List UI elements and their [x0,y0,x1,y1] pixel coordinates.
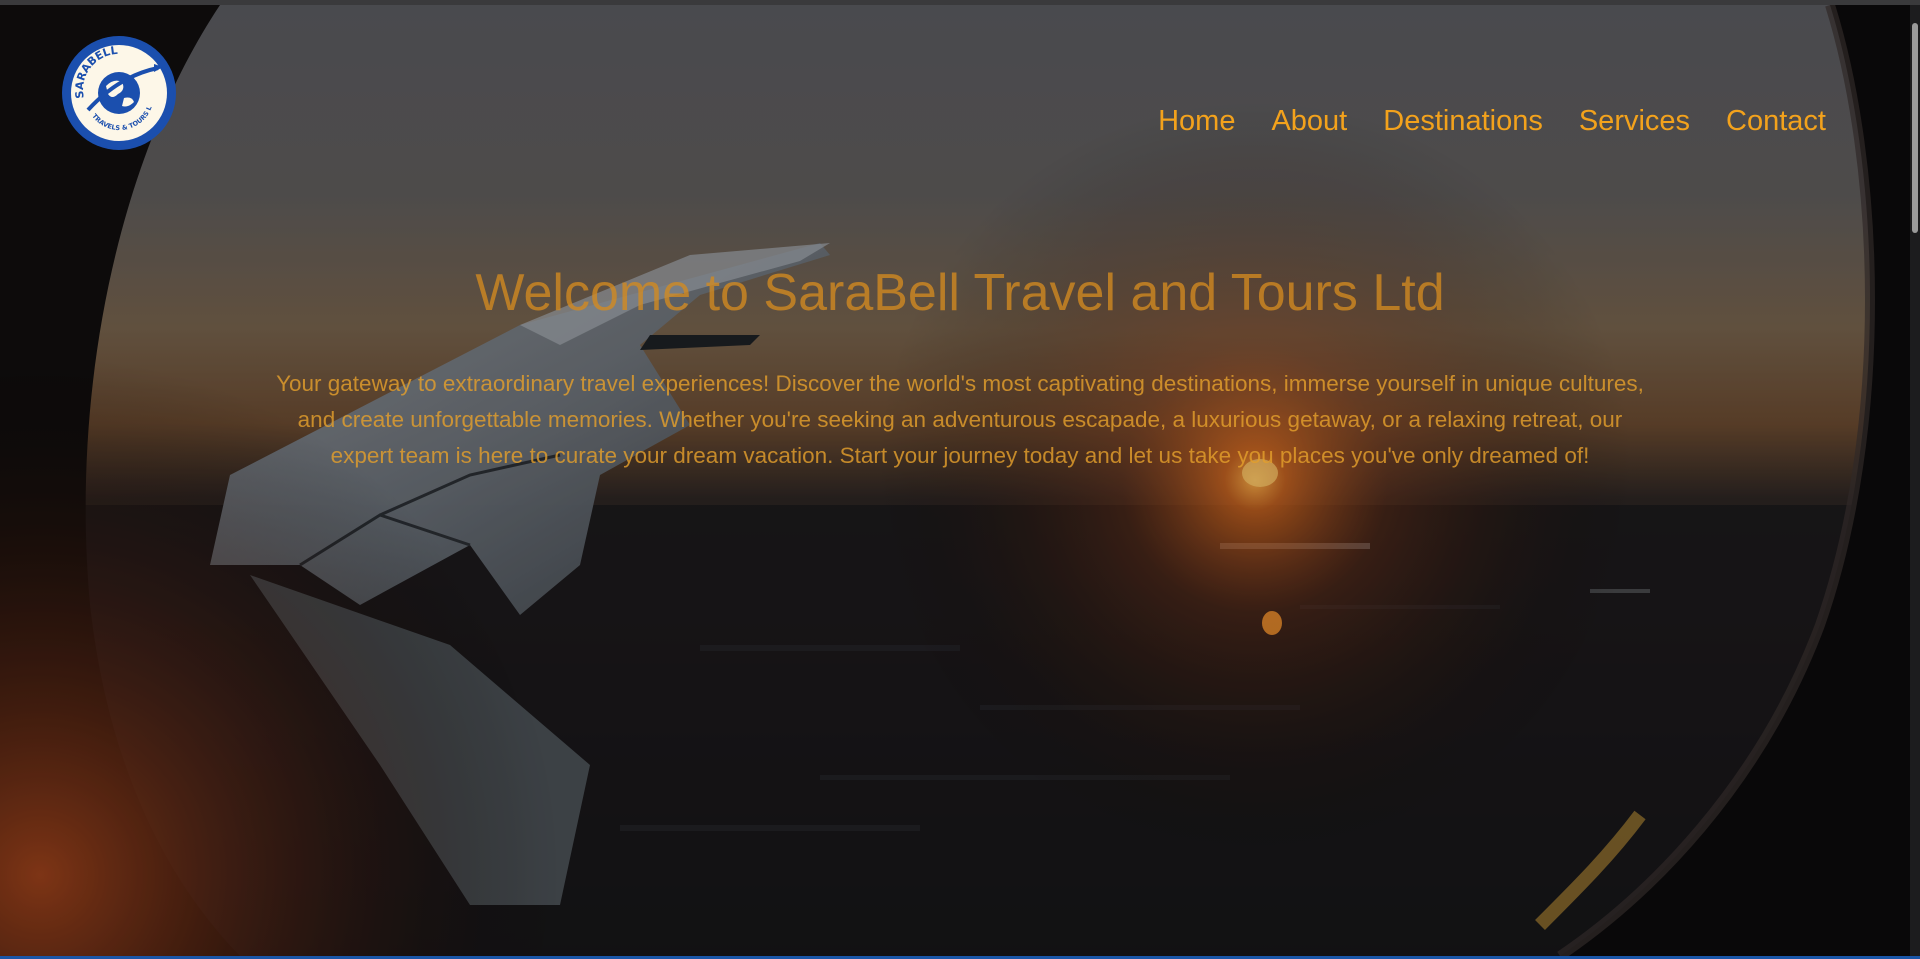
hero-title: Welcome to SaraBell Travel and Tours Ltd [475,264,1445,322]
browser-top-edge [0,0,1920,5]
hero-section [0,5,1910,956]
hero-overlay [0,5,1910,956]
sarabell-logo[interactable]: SARABELL TRAVELS & TOURS LTD [62,36,176,150]
nav-link-contact[interactable]: Contact [1726,104,1826,138]
main-nav: Home About Destinations Services Contact [1158,104,1826,138]
nav-link-services[interactable]: Services [1579,104,1690,138]
nav-link-about[interactable]: About [1271,104,1347,138]
hero-description: Your gateway to extraordinary travel exp… [276,371,1644,468]
scrollbar-thumb[interactable] [1912,23,1918,233]
nav-link-home[interactable]: Home [1158,104,1235,138]
globe-plane-logo-icon: SARABELL TRAVELS & TOURS LTD [62,36,174,148]
nav-link-destinations[interactable]: Destinations [1383,104,1543,138]
page-scrollbar[interactable] [1910,5,1920,959]
